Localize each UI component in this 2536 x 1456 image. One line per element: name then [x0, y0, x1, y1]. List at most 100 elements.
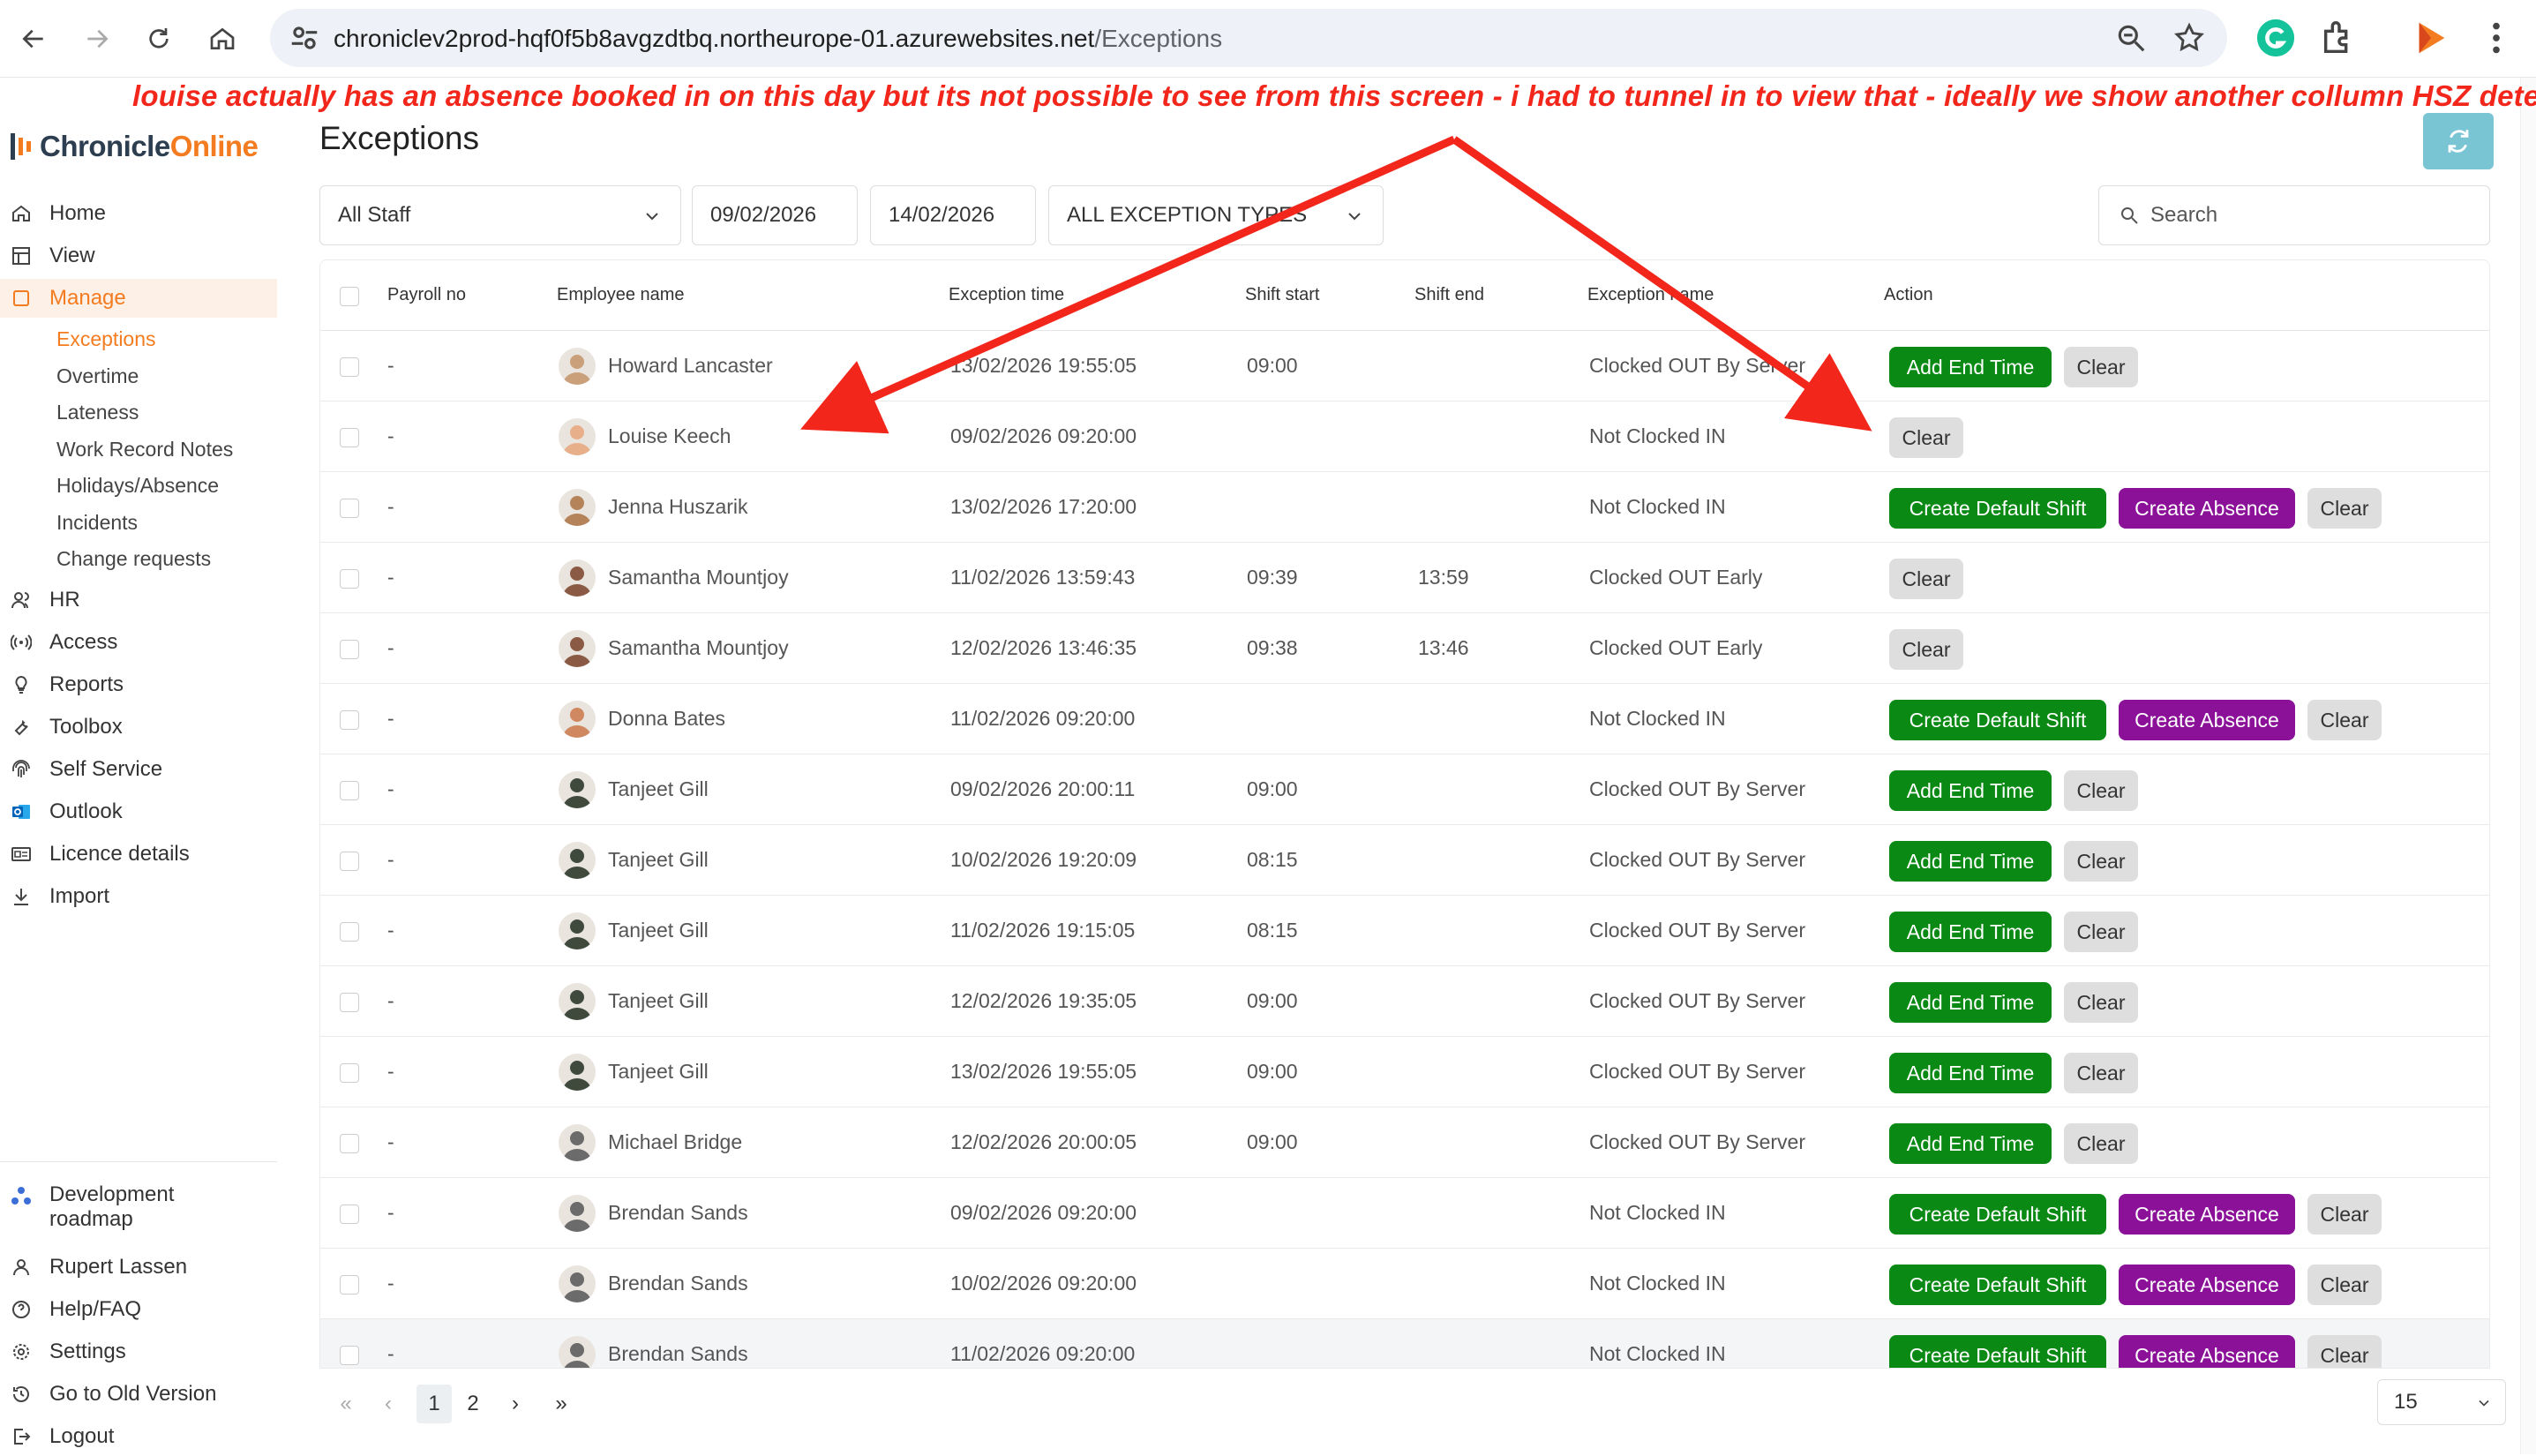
create-default-shift-button[interactable]: Create Default Shift: [1889, 1194, 2106, 1235]
clear-button[interactable]: Clear: [2307, 700, 2382, 740]
pagination-last[interactable]: »: [544, 1385, 579, 1423]
date-from-input[interactable]: 09/02/2026: [692, 185, 858, 245]
table-row[interactable]: - Jenna Huszarik 13/02/2026 17:20:00 Not Cl…: [320, 472, 2489, 543]
sidebar-item-outlook[interactable]: Outlook: [0, 792, 277, 831]
create-absence-button[interactable]: Create Absence: [2119, 1265, 2295, 1305]
back-button[interactable]: [11, 16, 56, 62]
sidebar-sub-incidents[interactable]: Incidents: [56, 505, 138, 540]
table-row[interactable]: - Howard Lancaster 13/02/2026 19:55:05 09:0…: [320, 331, 2489, 402]
employee-name[interactable]: Howard Lancaster: [608, 354, 773, 378]
clear-button[interactable]: Clear: [2307, 488, 2382, 529]
employee-name[interactable]: Tanjeet Gill: [608, 777, 709, 801]
clear-button[interactable]: Clear: [2064, 1053, 2138, 1093]
clear-button[interactable]: Clear: [2064, 982, 2138, 1023]
row-checkbox[interactable]: [340, 1346, 359, 1365]
employee-name[interactable]: Brendan Sands: [608, 1342, 748, 1366]
column-header-employee[interactable]: Employee name: [557, 285, 685, 305]
row-checkbox[interactable]: [340, 781, 359, 800]
add-end-time-button[interactable]: Add End Time: [1889, 1123, 2052, 1164]
column-header-shift-end[interactable]: Shift end: [1414, 285, 1484, 305]
create-default-shift-button[interactable]: Create Default Shift: [1889, 1265, 2106, 1305]
employee-name[interactable]: Louise Keech: [608, 424, 731, 448]
table-row[interactable]: - Louise Keech 09/02/2026 09:20:00 Not Cloc…: [320, 402, 2489, 472]
employee-name[interactable]: Brendan Sands: [608, 1272, 748, 1295]
employee-name[interactable]: Brendan Sands: [608, 1201, 748, 1225]
row-checkbox[interactable]: [340, 569, 359, 589]
sidebar-item-import[interactable]: Import: [0, 877, 277, 916]
sidebar-item-toolbox[interactable]: Toolbox: [0, 708, 277, 747]
employee-name[interactable]: Donna Bates: [608, 707, 725, 731]
table-row[interactable]: - Brendan Sands 09/02/2026 09:20:00 Not Clo…: [320, 1178, 2489, 1249]
clear-button[interactable]: Clear: [2307, 1265, 2382, 1305]
sidebar-sub-change-requests[interactable]: Change requests: [56, 541, 211, 576]
table-row[interactable]: - Samantha Mountjoy 11/02/2026 13:59:43 09:…: [320, 543, 2489, 613]
home-button[interactable]: [199, 16, 245, 62]
row-checkbox[interactable]: [340, 993, 359, 1012]
table-row[interactable]: - Samantha Mountjoy 12/02/2026 13:46:35 09:…: [320, 613, 2489, 684]
search-box[interactable]: [2098, 185, 2490, 245]
clear-button[interactable]: Clear: [2064, 770, 2138, 811]
pagination-prev[interactable]: ‹: [371, 1385, 406, 1423]
employee-name[interactable]: Jenna Huszarik: [608, 495, 748, 519]
pagination-next[interactable]: ›: [498, 1385, 533, 1423]
table-row[interactable]: - Michael Bridge 12/02/2026 20:00:05 09:00 C…: [320, 1107, 2489, 1178]
table-row[interactable]: - Tanjeet Gill 09/02/2026 20:00:11 09:00 Clo…: [320, 754, 2489, 825]
refresh-button[interactable]: [2423, 113, 2494, 169]
add-end-time-button[interactable]: Add End Time: [1889, 347, 2052, 387]
table-row[interactable]: - Tanjeet Gill 12/02/2026 19:35:05 09:00 Clo…: [320, 966, 2489, 1037]
row-checkbox[interactable]: [340, 357, 359, 377]
table-row[interactable]: - Tanjeet Gill 13/02/2026 19:55:05 09:00 Clo…: [320, 1037, 2489, 1107]
extensions-puzzle-icon[interactable]: [2319, 18, 2360, 58]
sidebar-item-user-profile[interactable]: Rupert Lassen: [0, 1248, 277, 1287]
add-end-time-button[interactable]: Add End Time: [1889, 841, 2052, 882]
column-header-shift-start[interactable]: Shift start: [1245, 285, 1319, 305]
employee-name[interactable]: Tanjeet Gill: [608, 989, 709, 1013]
row-checkbox[interactable]: [340, 640, 359, 659]
sidebar-item-help[interactable]: Help/FAQ: [0, 1290, 277, 1329]
sidebar-sub-lateness[interactable]: Lateness: [56, 394, 139, 430]
sidebar-item-logout[interactable]: Logout: [0, 1417, 277, 1456]
add-end-time-button[interactable]: Add End Time: [1889, 982, 2052, 1023]
sidebar-sub-work-record-notes[interactable]: Work Record Notes: [56, 432, 233, 467]
date-to-input[interactable]: 14/02/2026: [870, 185, 1036, 245]
column-header-exception-name[interactable]: Exception name: [1587, 285, 1714, 305]
sidebar-item-licence-details[interactable]: Licence details: [0, 835, 277, 874]
row-checkbox[interactable]: [340, 1275, 359, 1295]
sidebar-item-manage[interactable]: Manage: [0, 279, 277, 318]
column-header-payroll[interactable]: Payroll no: [387, 285, 466, 305]
more-vert-icon[interactable]: [2476, 18, 2517, 58]
sidebar-sub-overtime[interactable]: Overtime: [56, 358, 139, 394]
select-all-checkbox[interactable]: [340, 287, 359, 306]
employee-name[interactable]: Tanjeet Gill: [608, 919, 709, 942]
sidebar-item-view[interactable]: View: [0, 236, 277, 275]
clear-button[interactable]: Clear: [1889, 629, 1963, 670]
bookmark-star-icon[interactable]: [2172, 21, 2206, 55]
sidebar-item-hr[interactable]: HR: [0, 581, 277, 619]
sidebar-sub-exceptions[interactable]: Exceptions: [56, 321, 156, 356]
grammarly-icon[interactable]: [2255, 18, 2296, 58]
row-checkbox[interactable]: [340, 1063, 359, 1083]
table-row[interactable]: - Brendan Sands 10/02/2026 09:20:00 Not Clo…: [320, 1249, 2489, 1319]
employee-name[interactable]: Michael Bridge: [608, 1130, 742, 1154]
employee-name[interactable]: Tanjeet Gill: [608, 1060, 709, 1084]
clear-button[interactable]: Clear: [2064, 347, 2138, 387]
row-checkbox[interactable]: [340, 922, 359, 942]
staff-select[interactable]: All Staff: [319, 185, 681, 245]
reload-button[interactable]: [136, 16, 182, 62]
page-scrollbar[interactable]: [2520, 78, 2536, 1454]
add-end-time-button[interactable]: Add End Time: [1889, 770, 2052, 811]
sidebar-item-old-version[interactable]: Go to Old Version: [0, 1375, 277, 1414]
row-checkbox[interactable]: [340, 1205, 359, 1224]
create-default-shift-button[interactable]: Create Default Shift: [1889, 488, 2106, 529]
sidebar-item-settings[interactable]: Settings: [0, 1332, 277, 1371]
clear-button[interactable]: Clear: [1889, 417, 1963, 458]
sidebar-sub-holidays-absence[interactable]: Holidays/Absence: [56, 468, 219, 503]
row-checkbox[interactable]: [340, 428, 359, 447]
media-play-icon[interactable]: [2411, 18, 2451, 58]
column-header-exception-time[interactable]: Exception time: [949, 285, 1064, 305]
create-absence-button[interactable]: Create Absence: [2119, 488, 2295, 529]
clear-button[interactable]: Clear: [2064, 841, 2138, 882]
create-absence-button[interactable]: Create Absence: [2119, 1194, 2295, 1235]
table-row[interactable]: - Tanjeet Gill 11/02/2026 19:15:05 08:15 Clo…: [320, 896, 2489, 966]
pagination-first[interactable]: «: [328, 1385, 364, 1423]
